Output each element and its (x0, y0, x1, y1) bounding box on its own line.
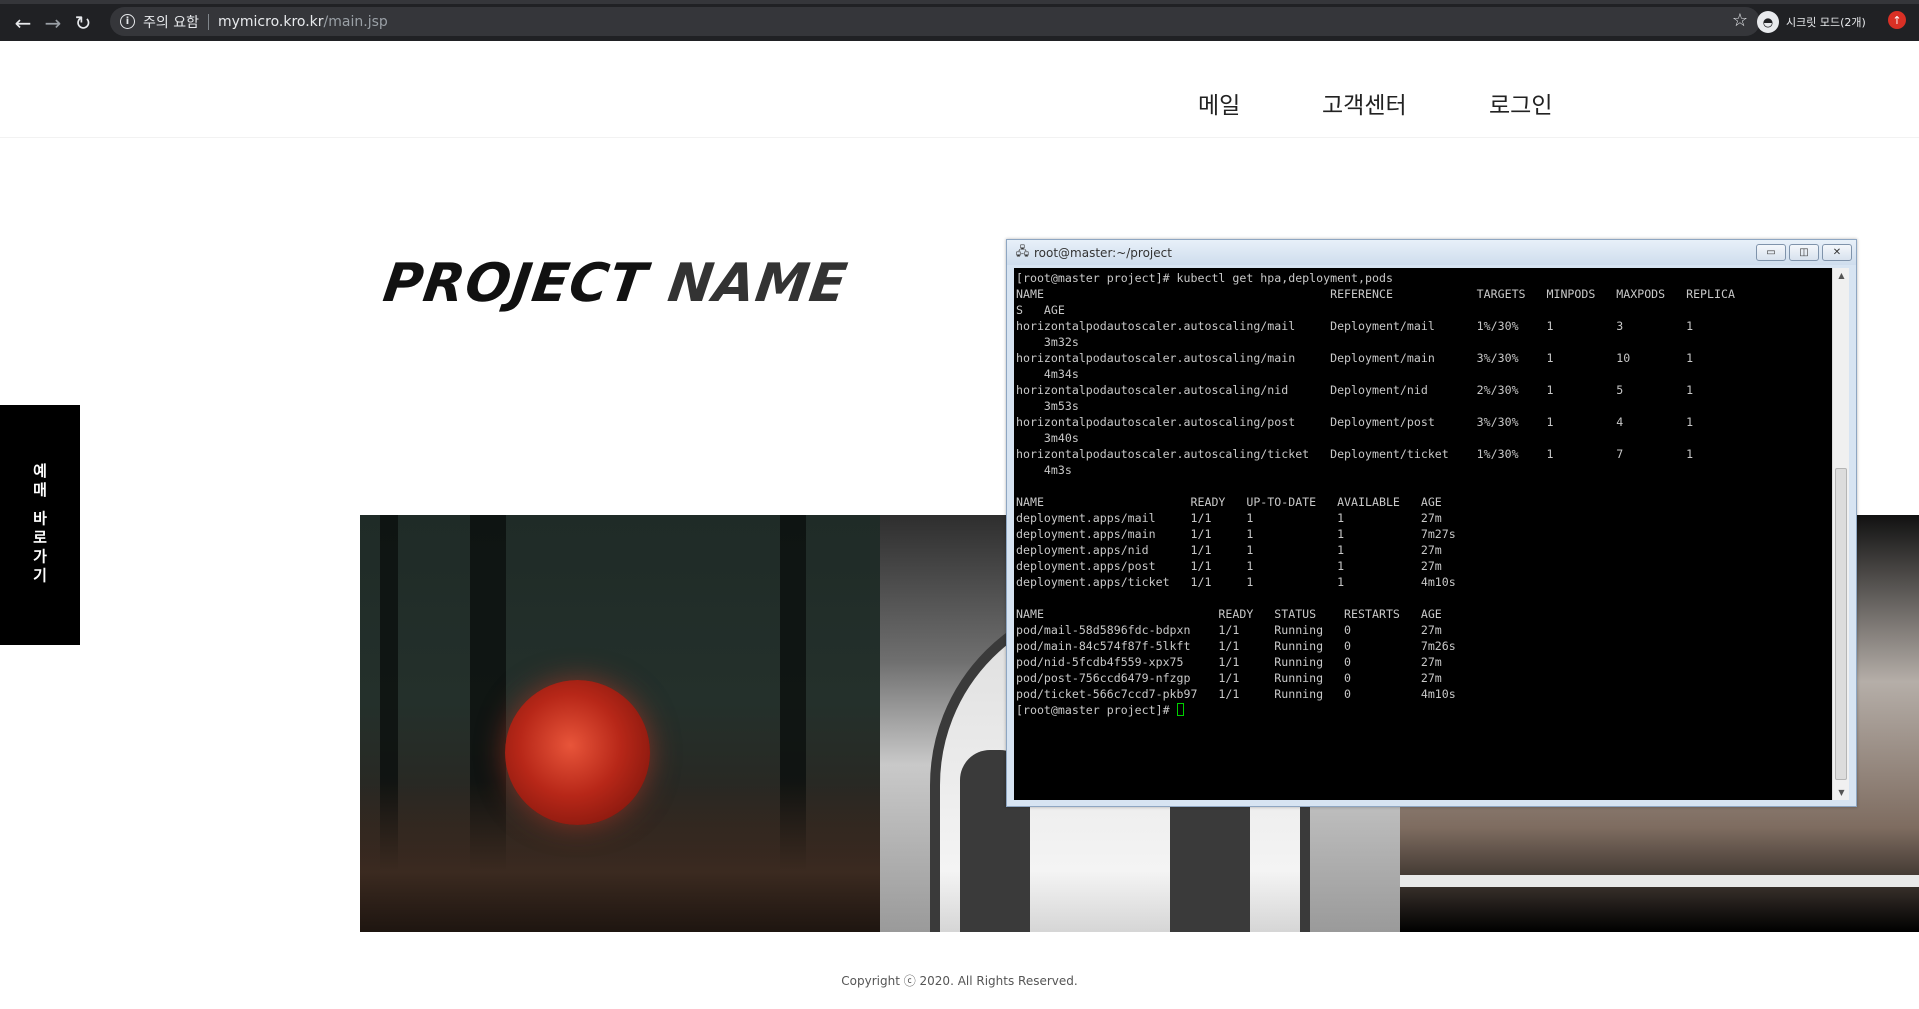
incognito-indicator[interactable]: ◓ 시크릿 모드(2개) (1757, 9, 1866, 34)
hero-image-forest-moon (360, 515, 880, 932)
scroll-down-arrow-icon[interactable]: ▼ (1833, 785, 1850, 800)
putty-icon: 🖧 (1015, 244, 1030, 258)
close-icon[interactable]: ✕ (1822, 244, 1852, 261)
terminal-output-text: [root@master project]# kubectl get hpa,d… (1016, 271, 1735, 701)
red-moon (505, 680, 650, 825)
scroll-up-arrow-icon[interactable]: ▲ (1833, 268, 1850, 283)
booking-shortcut-label: 예매 바로가기 (30, 463, 49, 587)
terminal-titlebar[interactable]: 🖧 root@master:~/project ▭ ◫ ✕ (1007, 240, 1856, 265)
terminal-scrollbar[interactable]: ▲ ▼ (1832, 268, 1849, 800)
back-arrow-icon[interactable]: ← (8, 8, 38, 38)
project-logo: PROJECT NAME (380, 253, 852, 314)
window-controls: ▭ ◫ ✕ (1756, 244, 1852, 261)
logo-word-project: PROJECT (379, 253, 651, 314)
incognito-label: 시크릿 모드(2개) (1786, 15, 1866, 29)
footer-copyright: Copyright ⓒ 2020. All Rights Reserved. (841, 974, 1078, 988)
booking-shortcut-tab[interactable]: 예매 바로가기 (0, 405, 80, 645)
url-path[interactable]: /main.jsp (324, 14, 388, 30)
url-host[interactable]: mymicro.kro.kr (218, 14, 324, 30)
terminal-title: root@master:~/project (1034, 245, 1172, 260)
incognito-icon: ◓ (1757, 10, 1779, 33)
site-header: 메일 고객센터 로그인 (0, 41, 1919, 138)
address-bar[interactable]: i 주의 요함 mymicro.kro.kr/main.jsp ☆ (110, 7, 1760, 36)
putty-terminal-window[interactable]: 🖧 root@master:~/project ▭ ◫ ✕ [root@mast… (1006, 239, 1857, 807)
nav-customer-center-link[interactable]: 고객센터 (1322, 86, 1407, 120)
info-icon[interactable]: i (120, 14, 135, 29)
logo-word-name: NAME (664, 253, 852, 314)
maximize-icon[interactable]: ◫ (1789, 244, 1819, 261)
floor-strip (1400, 875, 1919, 887)
terminal-cursor (1176, 703, 1184, 716)
terminal-prompt: [root@master project]# (1016, 703, 1177, 717)
terminal-output: [root@master project]# kubectl get hpa,d… (1014, 268, 1832, 718)
nav-login-link[interactable]: 로그인 (1489, 86, 1552, 120)
browser-menu-update-icon[interactable]: ↑ (1888, 11, 1906, 29)
minimize-icon[interactable]: ▭ (1756, 244, 1786, 261)
security-warning[interactable]: 주의 요함 (143, 12, 199, 32)
bookmark-star-icon[interactable]: ☆ (1732, 10, 1748, 31)
forward-arrow-icon[interactable]: → (38, 8, 68, 38)
terminal-screen[interactable]: [root@master project]# kubectl get hpa,d… (1014, 268, 1832, 800)
nav-mail-link[interactable]: 메일 (1198, 86, 1240, 120)
address-separator (207, 13, 209, 30)
reload-icon[interactable]: ↻ (68, 8, 98, 38)
scroll-thumb[interactable] (1835, 468, 1847, 780)
